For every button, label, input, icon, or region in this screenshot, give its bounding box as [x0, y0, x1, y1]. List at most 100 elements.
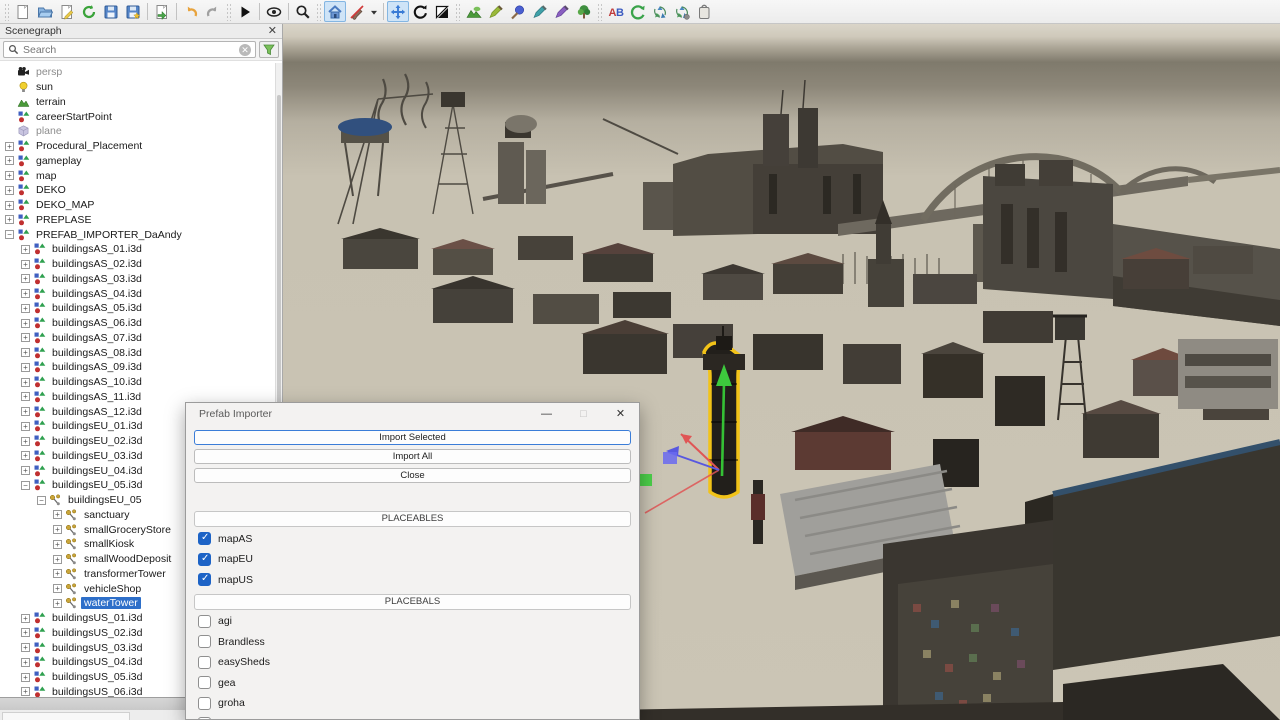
tree-item-label[interactable]: buildingsAS_03.i3d [49, 273, 145, 285]
expand-icon[interactable]: + [21, 466, 30, 475]
toolbar-drag-handle[interactable] [226, 3, 232, 21]
tree-item-label[interactable]: buildingsUS_06.i3d [49, 686, 145, 697]
expand-icon[interactable]: + [21, 289, 30, 298]
expand-icon[interactable]: + [21, 658, 30, 667]
expand-icon[interactable]: + [21, 333, 30, 342]
tree-item-careerStartPoint[interactable]: careerStartPoint [0, 109, 275, 124]
expand-icon[interactable]: + [21, 378, 30, 387]
expand-icon[interactable]: + [5, 142, 14, 151]
tree-item-label[interactable]: buildingsAS_08.i3d [49, 347, 145, 359]
tree-item-label[interactable]: DEKO_MAP [33, 199, 97, 211]
expand-icon[interactable]: + [21, 274, 30, 283]
tree-item-label[interactable]: buildingsAS_01.i3d [49, 243, 145, 255]
tree-item-label[interactable]: waterTower [81, 597, 141, 609]
expand-icon[interactable]: + [21, 673, 30, 682]
expand-icon[interactable]: + [53, 510, 62, 519]
agi-checkbox[interactable] [198, 615, 211, 628]
expand-icon[interactable]: + [21, 363, 30, 372]
save-icon[interactable] [100, 1, 122, 22]
tree-item-PREPLASE[interactable]: +PREPLASE [0, 213, 275, 228]
mapAS-checkbox[interactable] [198, 532, 211, 545]
expand-icon[interactable]: + [53, 599, 62, 608]
import-all-button[interactable]: Import All [194, 449, 631, 464]
expand-icon[interactable]: + [21, 304, 30, 313]
import-file-icon[interactable] [151, 1, 173, 22]
tree-item-buildingsAS_09.i3d[interactable]: +buildingsAS_09.i3d [0, 360, 275, 375]
recycle-settings-icon[interactable] [671, 1, 693, 22]
expand-icon[interactable]: + [53, 540, 62, 549]
tree-item-label[interactable]: buildingsAS_06.i3d [49, 317, 145, 329]
save-as-icon[interactable] [122, 1, 144, 22]
expand-icon[interactable]: + [21, 422, 30, 431]
tree-item-label[interactable]: buildingsAS_02.i3d [49, 258, 145, 270]
expand-icon[interactable]: + [5, 156, 14, 165]
play-icon[interactable] [234, 1, 256, 22]
tree-item-buildingsAS_08.i3d[interactable]: + buildingsAS_08.i3d [0, 345, 275, 360]
tree-item-label[interactable]: buildingsEU_04.i3d [49, 465, 145, 477]
toolbar-drag-handle[interactable] [316, 3, 322, 21]
mapUS-checkbox[interactable] [198, 573, 211, 586]
tree-item-label[interactable]: buildingsUS_05.i3d [49, 671, 145, 683]
groha-checkbox[interactable] [198, 697, 211, 710]
tree-item-label[interactable]: gameplay [33, 155, 85, 167]
tree-item-label[interactable]: buildingsUS_02.i3d [49, 627, 145, 639]
tree-item-terrain[interactable]: terrain [0, 95, 275, 110]
clipboard-icon[interactable] [693, 1, 715, 22]
scale-tool-icon[interactable] [431, 1, 453, 22]
tree-item-label[interactable]: buildingsEU_02.i3d [49, 435, 145, 447]
expand-icon[interactable]: + [21, 451, 30, 460]
tree-item-label[interactable]: buildingsAS_10.i3d [49, 376, 145, 388]
minimize-icon[interactable]: — [528, 403, 565, 425]
zoom-tool-icon[interactable] [292, 1, 314, 22]
terrain-paint-teal-icon[interactable] [529, 1, 551, 22]
expand-icon[interactable]: + [21, 614, 30, 623]
panel-close-icon[interactable]: ✕ [268, 26, 277, 36]
expand-icon[interactable]: + [21, 628, 30, 637]
open-folder-icon[interactable] [34, 1, 56, 22]
tree-item-label[interactable]: buildingsEU_05.i3d [49, 479, 145, 491]
tree-item-buildingsAS_03.i3d[interactable]: + buildingsAS_03.i3d [0, 272, 275, 287]
tree-item-label[interactable]: persp [33, 66, 65, 78]
translate-tool-icon[interactable] [387, 1, 409, 22]
easySheds-checkbox[interactable] [198, 656, 211, 669]
expand-icon[interactable]: + [21, 245, 30, 254]
expand-icon[interactable]: + [5, 171, 14, 180]
tree-item-DEKO_MAP[interactable]: +DEKO_MAP [0, 198, 275, 213]
tree-item-Procedural_Placement[interactable]: + Procedural_Placement [0, 139, 275, 154]
paint-disabled-icon[interactable] [346, 1, 368, 22]
collapse-icon[interactable]: − [5, 230, 14, 239]
close-icon[interactable]: ✕ [602, 403, 639, 425]
tree-item-label[interactable]: sanctuary [81, 509, 133, 521]
tree-item-label[interactable]: buildingsAS_12.i3d [49, 406, 145, 418]
tree-item-plane[interactable]: plane [0, 124, 275, 139]
maximize-icon[interactable]: □ [565, 403, 602, 425]
tree-item-label[interactable]: buildingsUS_03.i3d [49, 642, 145, 654]
redo-icon[interactable] [202, 1, 224, 22]
edit-file-icon[interactable] [56, 1, 78, 22]
tree-item-label[interactable]: vehicleShop [81, 583, 144, 595]
tree-item-label[interactable]: plane [33, 125, 65, 137]
expand-icon[interactable]: + [5, 215, 14, 224]
tree-item-label[interactable]: buildingsUS_01.i3d [49, 612, 145, 624]
tree-item-label[interactable]: smallKiosk [81, 538, 137, 550]
expand-icon[interactable]: + [53, 569, 62, 578]
expand-icon[interactable]: + [21, 319, 30, 328]
tree-item-label[interactable]: buildingsEU_01.i3d [49, 420, 145, 432]
terrain-paint-purple-icon[interactable] [551, 1, 573, 22]
tree-item-label[interactable]: Procedural_Placement [33, 140, 145, 152]
toolbar-drag-handle[interactable] [455, 3, 461, 21]
tree-item-persp[interactable]: persp [0, 65, 275, 80]
tree-item-label[interactable]: DEKO [33, 184, 69, 196]
undo-icon[interactable] [180, 1, 202, 22]
tree-item-buildingsAS_05.i3d[interactable]: +buildingsAS_05.i3d [0, 301, 275, 316]
tree-item-label[interactable]: buildingsAS_11.i3d [49, 391, 144, 403]
expand-icon[interactable]: + [21, 260, 30, 269]
expand-icon[interactable]: + [21, 392, 30, 401]
expand-icon[interactable]: + [53, 525, 62, 534]
expand-icon[interactable]: + [21, 348, 30, 357]
expand-icon[interactable]: + [21, 643, 30, 652]
expand-icon[interactable]: + [5, 186, 14, 195]
expand-icon[interactable]: + [21, 437, 30, 446]
tree-item-label[interactable]: buildingsEU_03.i3d [49, 450, 145, 462]
tree-item-PREFAB_IMPORTER_DaAndy[interactable]: −PREFAB_IMPORTER_DaAndy [0, 227, 275, 242]
